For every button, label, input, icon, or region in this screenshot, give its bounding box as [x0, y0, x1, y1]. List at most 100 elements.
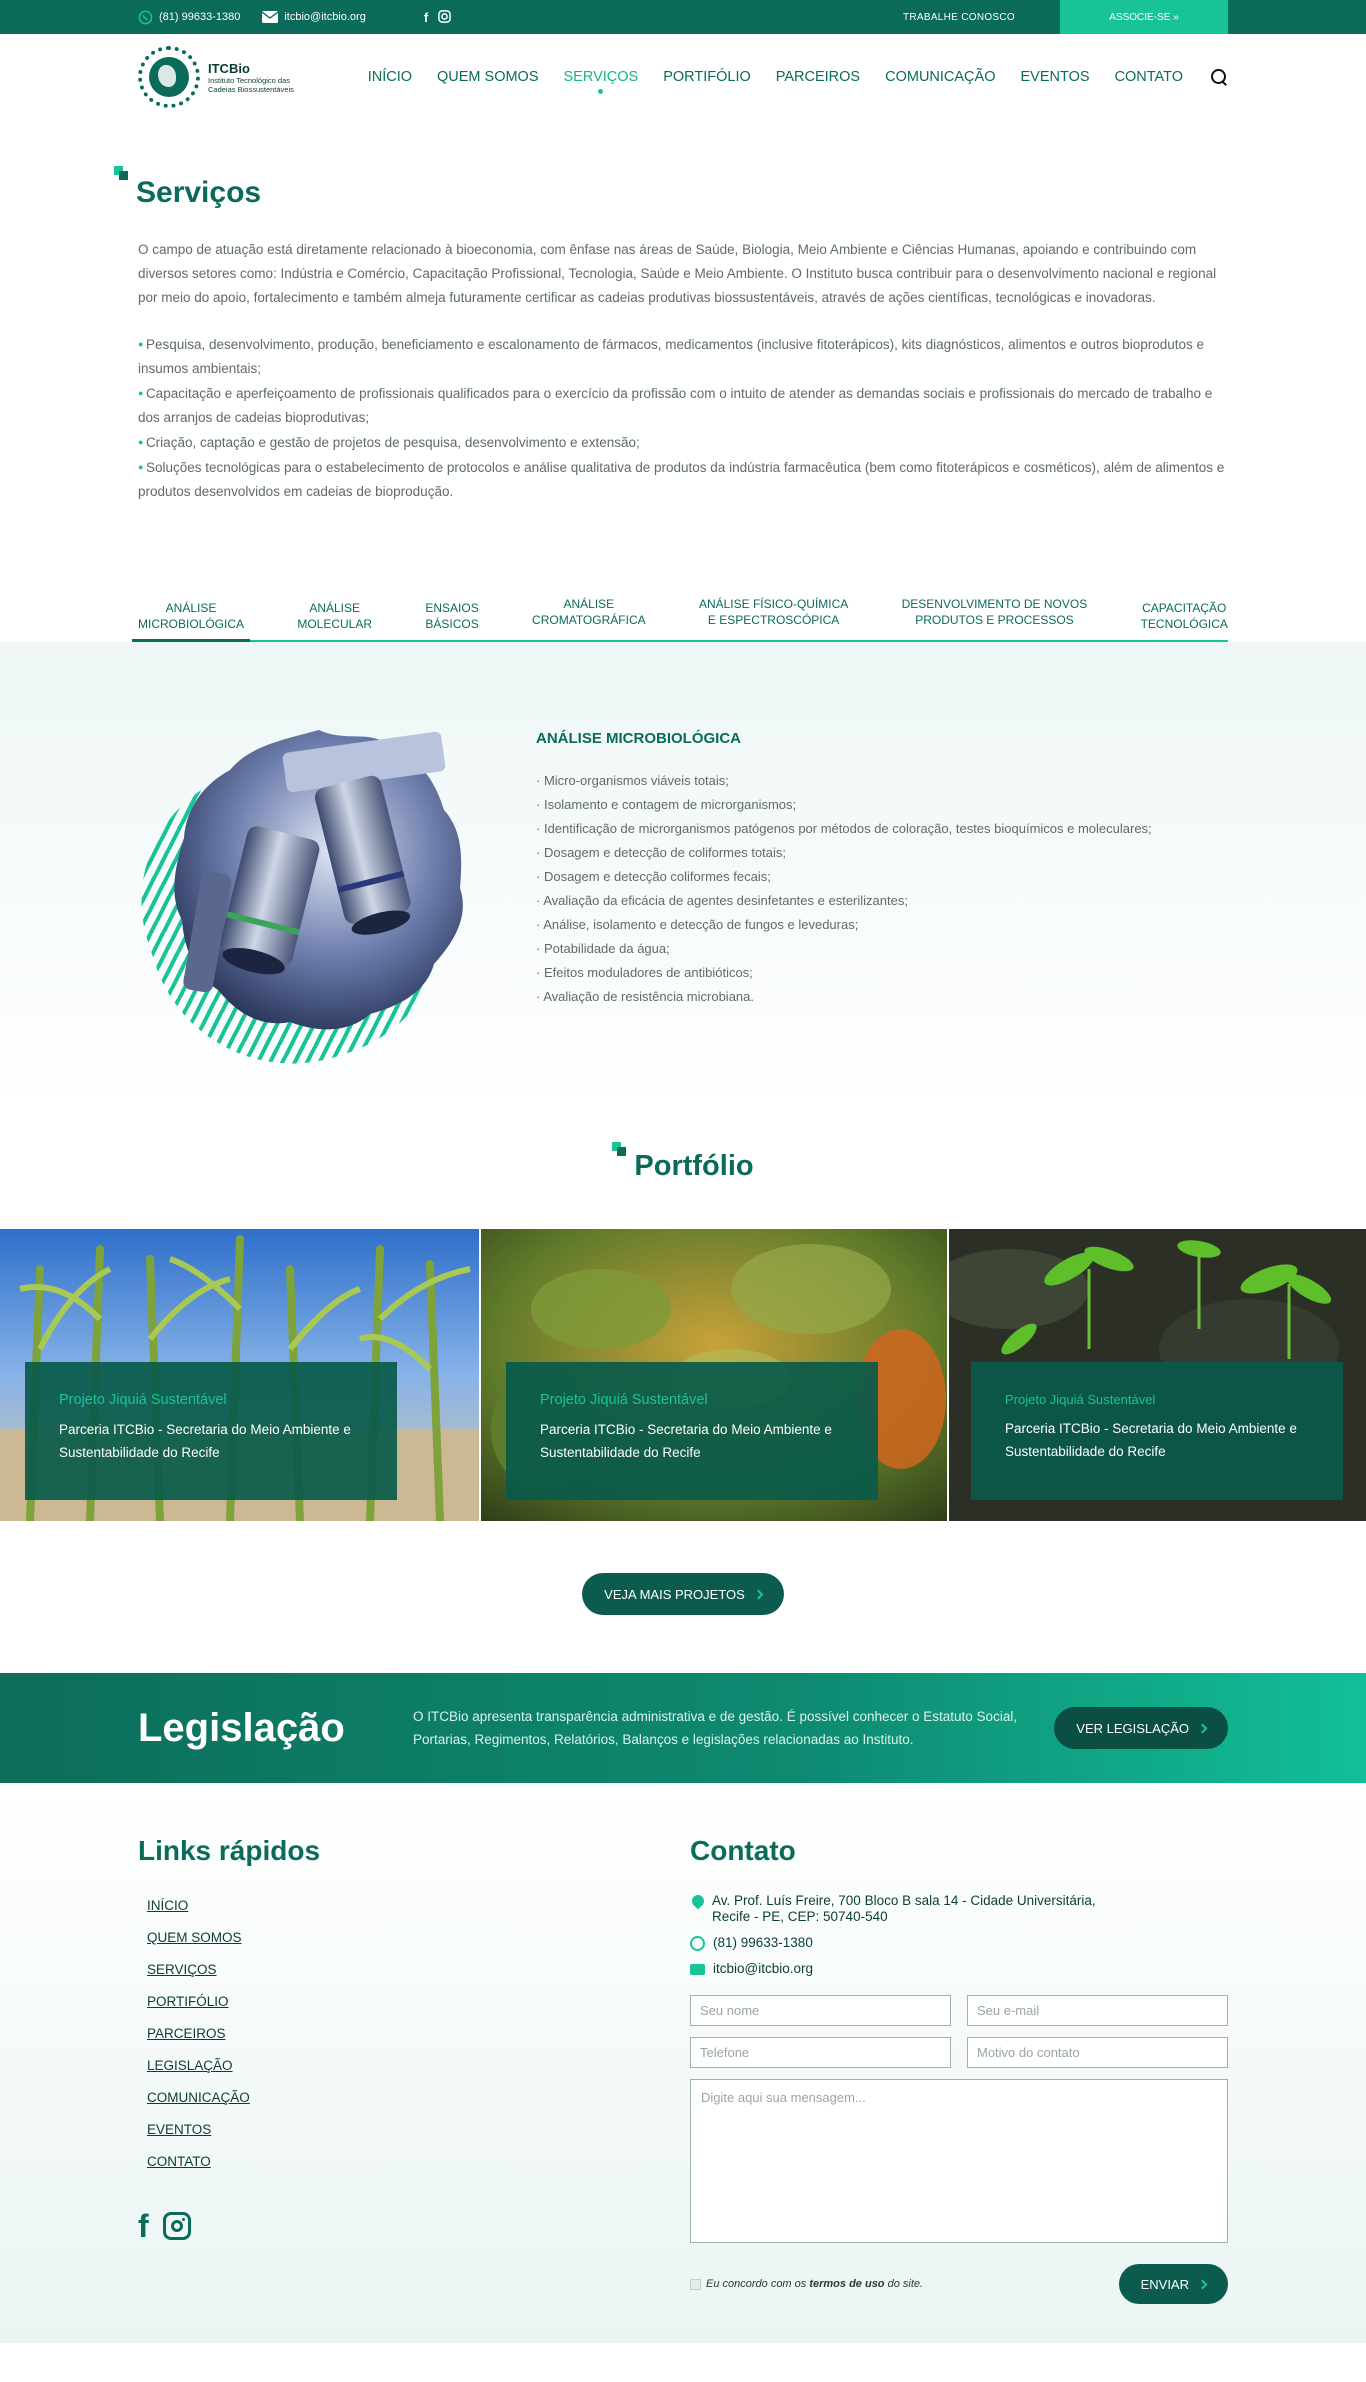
- name-field[interactable]: [690, 1995, 951, 2026]
- search-icon[interactable]: [1210, 68, 1228, 86]
- portfolio-card[interactable]: Projeto Jiquiá Sustentável Parceria ITCB…: [0, 1229, 479, 1521]
- contact-phone[interactable]: (81) 99633-1380: [690, 1935, 1228, 1951]
- quick-link-quem-somos[interactable]: QUEM SOMOS: [147, 1930, 242, 1945]
- quick-link-parceiros[interactable]: PARCEIROS: [147, 2026, 226, 2041]
- topbar-right: TRABALHE CONOSCO ASSOCIE-SE »: [858, 0, 1228, 34]
- portfolio-card-title: Projeto Jiquiá Sustentável: [1005, 1392, 1156, 1407]
- logo-text: ITCBio Instituto Tecnológico das Cadeias…: [208, 61, 308, 94]
- whatsapp-icon: [690, 1936, 705, 1951]
- tab-label-line2: PRODUTOS E PROCESSOS: [915, 613, 1074, 627]
- contact-email[interactable]: itcbio@itcbio.org: [690, 1961, 1228, 1977]
- location-pin-icon: [689, 1892, 707, 1910]
- tab-label-line1: DESENVOLVIMENTO DE NOVOS: [901, 597, 1088, 611]
- chevron-right-icon: [1197, 2279, 1208, 2289]
- quick-link-servicos[interactable]: SERVIÇOS: [147, 1962, 217, 1977]
- nav-item-quem-somos[interactable]: QUEM SOMOS: [437, 69, 539, 85]
- logo[interactable]: ITCBio Instituto Tecnológico das Cadeias…: [138, 46, 308, 108]
- address-line-1: Av. Prof. Luís Freire, 700 Bloco B sala …: [712, 1893, 1096, 1908]
- tab-analise-molecular[interactable]: ANÁLISE MOLECULAR: [297, 600, 372, 640]
- quick-link-legislacao[interactable]: LEGISLAÇÃO: [147, 2058, 233, 2073]
- tab-analise-microbiologica[interactable]: ANÁLISE MICROBIOLÓGICA: [131, 600, 251, 642]
- chevron-right-icon: [753, 1589, 764, 1599]
- analysis-title: ANÁLISE MICROBIOLÓGICA: [536, 730, 741, 747]
- portfolio-card-title: Projeto Jiquiá Sustentável: [540, 1392, 708, 1408]
- contact-column: Contato Av. Prof. Luís Freire, 700 Bloco…: [689, 1835, 1228, 2304]
- footer-social: f: [138, 2210, 690, 2242]
- address-line-2: Recife - PE, CEP: 50740-540: [712, 1909, 888, 1924]
- list-item: Pesquisa, desenvolvimento, produção, ben…: [138, 332, 1228, 381]
- tab-label-line2: E ESPECTROSCÓPICA: [707, 613, 840, 627]
- nav-item-portifolio[interactable]: PORTIFÓLIO: [663, 69, 751, 85]
- terms-text: Eu concordo com os termos de uso do site…: [706, 2278, 923, 2290]
- quick-link-comunicacao[interactable]: COMUNICAÇÃO: [147, 2090, 250, 2105]
- tab-label-line2: BÁSICOS: [425, 617, 479, 631]
- service-tabs: ANÁLISE MICROBIOLÓGICA ANÁLISE MOLECULAR E…: [131, 594, 1228, 642]
- legislation-banner: Legislação O ITCBio apresenta transparên…: [0, 1673, 1366, 1783]
- main-nav: INÍCIO QUEM SOMOS SERVIÇOS PORTIFÓLIO PA…: [368, 68, 1228, 94]
- tab-label-line1: ANÁLISE: [563, 597, 615, 611]
- work-with-us-link[interactable]: TRABALHE CONOSCO: [858, 0, 1060, 34]
- nav-item-servicos[interactable]: SERVIÇOS: [564, 69, 638, 94]
- join-button[interactable]: ASSOCIE-SE »: [1060, 0, 1228, 34]
- tab-label-line2: TECNOLÓGICA: [1140, 617, 1228, 631]
- facebook-icon[interactable]: f: [424, 10, 428, 25]
- terms-checkbox[interactable]: [690, 2278, 701, 2290]
- tab-analise-fisico-quimica[interactable]: ANÁLISE FÍSICO-QUÍMICA E ESPECTROSCÓPICA: [699, 596, 848, 640]
- topbar-phone[interactable]: (81) 99633-1380: [138, 9, 240, 25]
- facebook-icon[interactable]: f: [138, 2210, 149, 2242]
- nav-item-contato[interactable]: CONTATO: [1115, 69, 1183, 85]
- services-bullets: Pesquisa, desenvolvimento, produção, ben…: [138, 332, 1228, 504]
- portfolio-section: Portfólio Projeto Jiquiá Sustentável Par…: [0, 1142, 1366, 1615]
- list-item: Soluções tecnológicas para o estabelecim…: [138, 455, 1228, 504]
- more-projects-button[interactable]: VEJA MAIS PROJETOS: [582, 1573, 784, 1615]
- nav-item-parceiros[interactable]: PARCEIROS: [776, 69, 860, 85]
- nav-item-comunicacao[interactable]: COMUNICAÇÃO: [885, 69, 995, 85]
- portfolio-card[interactable]: Projeto Jiquiá Sustentável Parceria ITCB…: [481, 1229, 947, 1521]
- tab-desenvolvimento[interactable]: DESENVOLVIMENTO DE NOVOS PRODUTOS E PROCE…: [902, 596, 1088, 640]
- nav-item-inicio[interactable]: INÍCIO: [368, 69, 412, 85]
- message-field[interactable]: [690, 2079, 1228, 2243]
- analysis-details: ANÁLISE MICROBIOLÓGICA Micro-organismos …: [536, 730, 1152, 1072]
- topbar-email[interactable]: itcbio@itcbio.org: [262, 11, 366, 23]
- tab-analise-cromatografica[interactable]: ANÁLISE CROMATOGRÁFICA: [532, 596, 646, 640]
- portfolio-card-box: Projeto Jiquiá Sustentável Parceria ITCB…: [506, 1362, 878, 1500]
- quick-link-eventos[interactable]: EVENTOS: [147, 2122, 211, 2137]
- more-projects-row: VEJA MAIS PROJETOS: [0, 1573, 1366, 1615]
- portfolio-card-box: Projeto Jiquiá Sustentável Parceria ITCB…: [971, 1362, 1343, 1500]
- quick-links-title: Links rápidos: [138, 1835, 321, 1866]
- portfolio-card[interactable]: Projeto Jiquiá Sustentável Parceria ITCB…: [949, 1229, 1366, 1521]
- main-header: ITCBio Instituto Tecnológico das Cadeias…: [0, 34, 1366, 120]
- list-item: Potabilidade da água;: [536, 937, 1152, 961]
- mail-icon: [262, 11, 279, 23]
- email-field[interactable]: [967, 1995, 1228, 2026]
- tab-ensaios-basicos[interactable]: ENSAIOS BÁSICOS: [425, 600, 478, 640]
- phone-field[interactable]: [690, 2037, 951, 2068]
- quick-link-inicio[interactable]: INÍCIO: [147, 1898, 188, 1913]
- quick-link-portifolio[interactable]: PORTIFÓLIO: [147, 1994, 229, 2009]
- top-bar: (81) 99633-1380 itcbio@itcbio.org f TRAB…: [0, 0, 1366, 34]
- portfolio-heading: Portfólio: [0, 1142, 1366, 1183]
- list-item: Análise, isolamento e detecção de fungos…: [536, 913, 1152, 937]
- contact-info: Av. Prof. Luís Freire, 700 Bloco B sala …: [689, 1892, 1228, 1977]
- quick-link-contato[interactable]: CONTATO: [147, 2154, 211, 2169]
- submit-button[interactable]: ENVIAR: [1118, 2264, 1228, 2304]
- tab-label-line1: ANÁLISE FÍSICO-QUÍMICA: [698, 597, 849, 611]
- quick-links-list: INÍCIO QUEM SOMOS SERVIÇOS PORTIFÓLIO PA…: [138, 1897, 690, 2171]
- analysis-panel: ANÁLISE MICROBIOLÓGICA Micro-organismos …: [0, 642, 1366, 1112]
- tab-label-line1: ENSAIOS: [425, 601, 479, 615]
- tab-label-line1: CAPACITAÇÃO: [1142, 601, 1227, 615]
- terms-link[interactable]: termos de uso: [809, 2278, 884, 2290]
- nav-item-eventos[interactable]: EVENTOS: [1020, 69, 1089, 85]
- topbar-email-text: itcbio@itcbio.org: [284, 11, 366, 23]
- contact-email-text: itcbio@itcbio.org: [713, 1961, 813, 1976]
- instagram-icon[interactable]: [438, 9, 451, 23]
- services-section: Serviços O campo de atuação está diretam…: [0, 120, 1366, 642]
- legislation-text: O ITCBio apresenta transparência adminis…: [413, 1709, 1018, 1747]
- tab-capacitacao[interactable]: CAPACITAÇÃO TECNOLÓGICA: [1141, 600, 1228, 640]
- list-item: Isolamento e contagem de microrganismos;: [536, 793, 1152, 817]
- instagram-icon[interactable]: [162, 2212, 191, 2240]
- portfolio-cards: Projeto Jiquiá Sustentável Parceria ITCB…: [0, 1229, 1366, 1521]
- contact-reason-field[interactable]: [967, 2037, 1228, 2068]
- contact-address: Av. Prof. Luís Freire, 700 Bloco B sala …: [689, 1892, 1228, 1925]
- legislation-button[interactable]: VER LEGISLAÇÃO: [1054, 1707, 1228, 1749]
